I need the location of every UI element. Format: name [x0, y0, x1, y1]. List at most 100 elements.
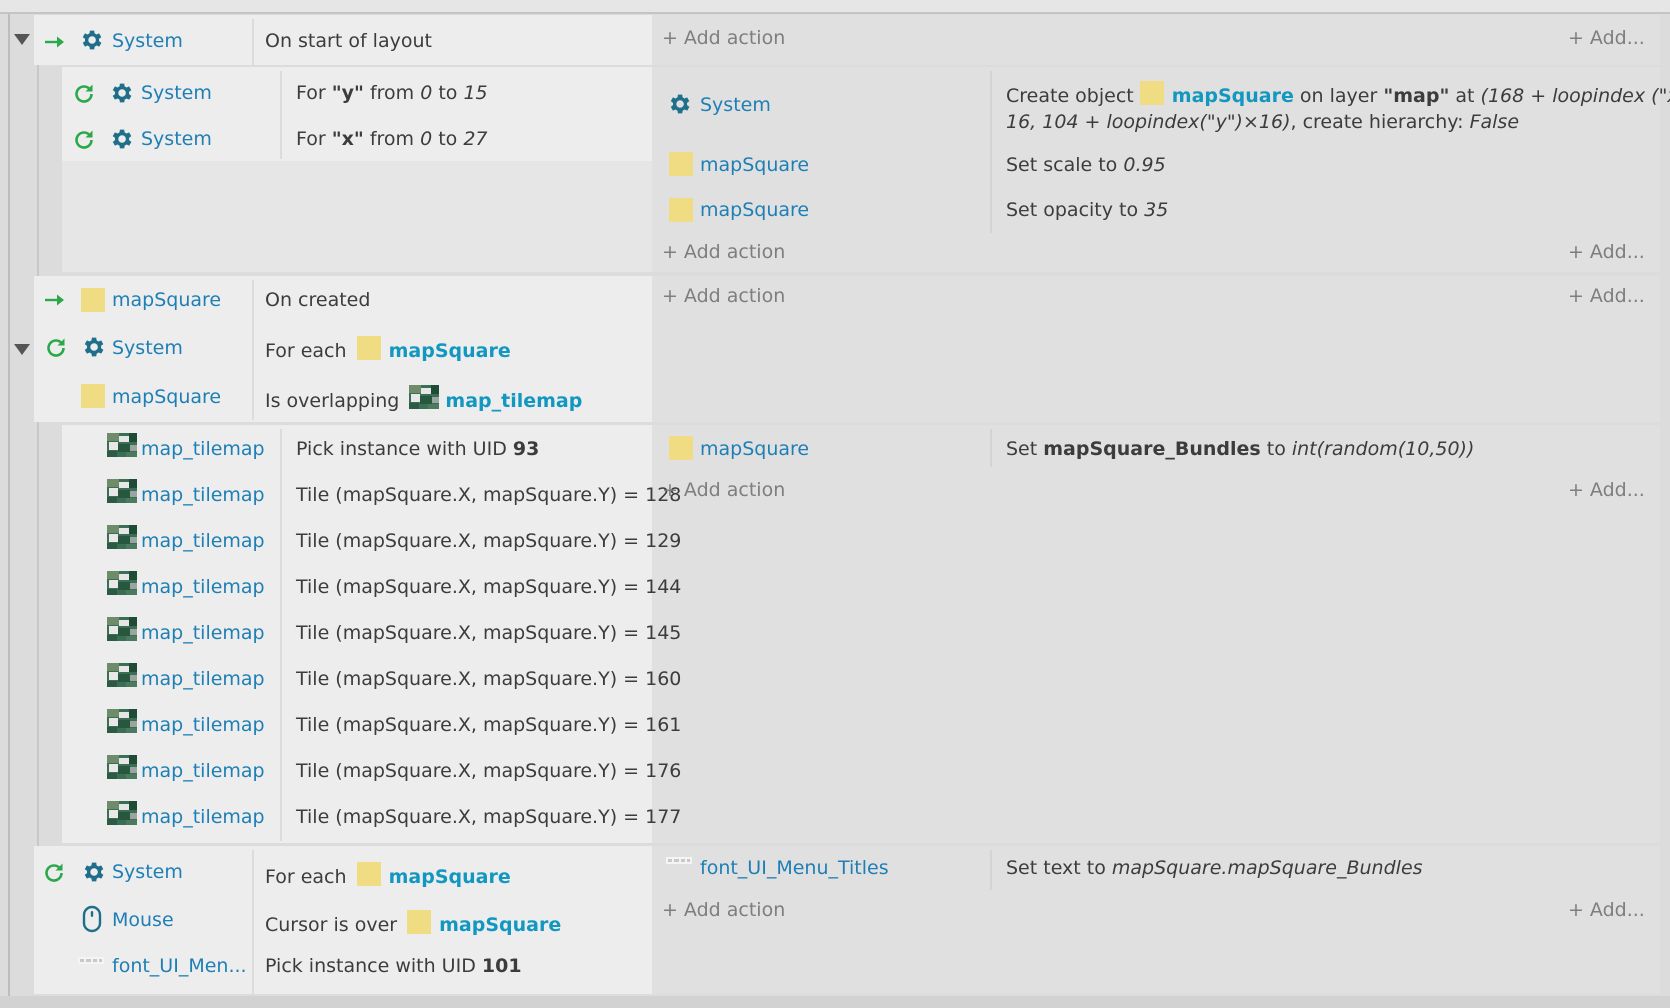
condition-text[interactable]: Tile (mapSquare.X, mapSquare.Y) = 144	[296, 575, 681, 599]
condition-text[interactable]: Tile (mapSquare.X, mapSquare.Y) = 145	[296, 621, 681, 645]
event-3-actions[interactable]	[652, 276, 1660, 422]
condition-divider	[280, 429, 282, 841]
sprite-square-icon	[81, 384, 105, 408]
action-text[interactable]: Set opacity to 35	[1006, 198, 1168, 222]
tilemap-icon	[107, 709, 137, 733]
sprite-square-icon	[356, 336, 381, 360]
condition-text[interactable]: Is overlapping map_tilemap	[265, 385, 582, 413]
tilemap-icon	[107, 433, 137, 457]
condition-object[interactable]: map_tilemap	[141, 483, 265, 507]
action-divider	[990, 850, 992, 890]
gear-icon	[666, 91, 692, 117]
action-object[interactable]: mapSquare	[700, 437, 809, 461]
action-text[interactable]: Set text to mapSquare.mapSquare_Bundles	[1006, 856, 1423, 880]
gear-icon	[80, 334, 106, 360]
collapse-triangle-icon[interactable]	[14, 344, 30, 355]
condition-object[interactable]: System	[112, 29, 183, 53]
trigger-arrow-icon	[44, 35, 66, 49]
add-more-button[interactable]: + Add...	[1568, 898, 1645, 922]
event-2[interactable]: System For "y" from 0 to 15 System For "…	[62, 67, 1670, 272]
tilemap-icon	[107, 617, 137, 641]
trigger-arrow-icon	[44, 293, 66, 307]
loop-icon	[42, 860, 66, 884]
add-more-button[interactable]: + Add...	[1568, 240, 1645, 264]
condition-text[interactable]: Tile (mapSquare.X, mapSquare.Y) = 161	[296, 713, 681, 737]
condition-object[interactable]: System	[112, 860, 183, 884]
sprite-square-icon	[669, 436, 693, 460]
condition-text[interactable]: Pick instance with UID 101	[265, 954, 522, 978]
add-more-button[interactable]: + Add...	[1568, 26, 1645, 50]
condition-divider	[280, 71, 282, 159]
add-action-button[interactable]: + Add action	[662, 240, 785, 264]
condition-object[interactable]: map_tilemap	[141, 621, 265, 645]
gear-icon	[80, 859, 106, 885]
condition-object[interactable]: map_tilemap	[141, 575, 265, 599]
condition-divider	[252, 280, 254, 420]
condition-divider	[252, 850, 254, 994]
event-5[interactable]: System For each mapSquare Mouse Cursor i…	[34, 846, 1660, 994]
add-action-button[interactable]: + Add action	[662, 478, 785, 502]
loop-icon	[44, 335, 68, 359]
event-4-actions[interactable]	[652, 425, 1660, 843]
condition-text[interactable]: Tile (mapSquare.X, mapSquare.Y) = 176	[296, 759, 681, 783]
condition-object[interactable]: map_tilemap	[141, 759, 265, 783]
condition-object[interactable]: mapSquare	[112, 385, 221, 409]
condition-object[interactable]: System	[141, 127, 212, 151]
add-action-button[interactable]: + Add action	[662, 26, 785, 50]
condition-object[interactable]: System	[141, 81, 212, 105]
condition-object[interactable]: mapSquare	[112, 288, 221, 312]
tilemap-icon	[107, 801, 137, 825]
condition-object[interactable]: map_tilemap	[141, 437, 265, 461]
condition-text[interactable]: On created	[265, 288, 370, 312]
condition-divider	[252, 19, 254, 65]
event-3[interactable]: mapSquare On created System For each map…	[14, 276, 1660, 422]
add-more-button[interactable]: + Add...	[1568, 284, 1645, 308]
font-icon	[78, 954, 104, 966]
sheet-bottom-edge	[0, 996, 1670, 1008]
condition-object[interactable]: System	[112, 336, 183, 360]
gear-icon	[108, 80, 134, 106]
condition-object[interactable]: map_tilemap	[141, 805, 265, 829]
condition-object[interactable]: Mouse	[112, 908, 174, 932]
top-header-strip	[0, 0, 1670, 14]
event-1[interactable]: System On start of layout + Add action + A…	[14, 15, 1660, 65]
condition-object[interactable]: map_tilemap	[141, 529, 265, 553]
tilemap-icon	[409, 385, 439, 409]
sprite-square-icon	[1139, 81, 1164, 105]
loop-icon	[72, 127, 96, 151]
condition-text[interactable]: Tile (mapSquare.X, mapSquare.Y) = 128	[296, 483, 681, 507]
add-action-button[interactable]: + Add action	[662, 898, 785, 922]
action-object[interactable]: font_UI_Menu_Titles	[700, 856, 889, 880]
condition-text[interactable]: For each mapSquare	[265, 336, 511, 363]
action-object[interactable]: mapSquare	[700, 153, 809, 177]
condition-text[interactable]: Cursor is over mapSquare	[265, 910, 561, 937]
sprite-square-icon	[669, 198, 693, 222]
condition-text[interactable]: For "x" from 0 to 27	[296, 127, 488, 151]
condition-text[interactable]: For "y" from 0 to 15	[296, 81, 488, 105]
add-more-button[interactable]: + Add...	[1568, 478, 1645, 502]
condition-text[interactable]: Pick instance with UID 93	[296, 437, 539, 461]
mouse-icon	[82, 905, 102, 933]
tilemap-icon	[107, 571, 137, 595]
gear-icon	[108, 126, 134, 152]
gear-icon	[78, 27, 104, 53]
action-text[interactable]: Create object mapSquare on layer "map" a…	[1006, 81, 1670, 135]
condition-text[interactable]: Tile (mapSquare.X, mapSquare.Y) = 160	[296, 667, 681, 691]
condition-object[interactable]: map_tilemap	[141, 667, 265, 691]
action-object[interactable]: mapSquare	[700, 198, 809, 222]
condition-text[interactable]: On start of layout	[265, 29, 432, 53]
condition-text[interactable]: Tile (mapSquare.X, mapSquare.Y) = 129	[296, 529, 681, 553]
action-text[interactable]: Set mapSquare_Bundles to int(random(10,5…	[1006, 437, 1474, 461]
condition-text[interactable]: Tile (mapSquare.X, mapSquare.Y) = 177	[296, 805, 681, 829]
action-object[interactable]: System	[700, 93, 771, 117]
event-1-actions[interactable]	[652, 15, 1660, 65]
add-action-button[interactable]: + Add action	[662, 284, 785, 308]
action-text[interactable]: Set scale to 0.95	[1006, 153, 1166, 177]
condition-object[interactable]: font_UI_Men...	[112, 954, 247, 978]
sprite-square-icon	[669, 152, 693, 176]
condition-object[interactable]: map_tilemap	[141, 713, 265, 737]
condition-text[interactable]: For each mapSquare	[265, 862, 511, 889]
event-4[interactable]: map_tilemap Pick instance with UID 93 ma…	[62, 425, 1660, 843]
font-icon	[666, 854, 692, 866]
collapse-triangle-icon[interactable]	[14, 34, 30, 45]
